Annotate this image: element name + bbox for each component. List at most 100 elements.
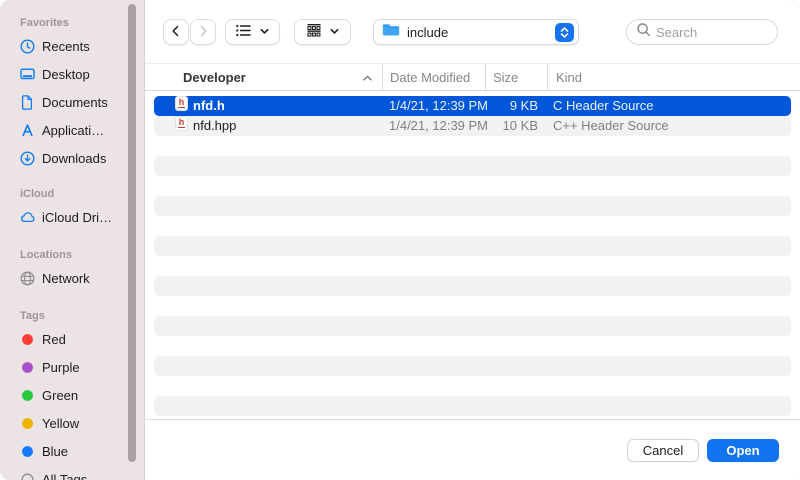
sidebar-item-all-tags[interactable]: All Tags	[0, 465, 144, 480]
tag-dot-icon	[19, 443, 36, 460]
sidebar-item-label: Documents	[42, 95, 108, 110]
sidebar-item-label: Desktop	[42, 67, 90, 82]
sidebar-item-downloads[interactable]: Downloads	[0, 144, 144, 172]
c-header-file-icon: h	[175, 96, 188, 111]
file-name: nfd.hpp	[193, 116, 236, 136]
file-name: nfd.h	[193, 96, 225, 116]
cloud-icon	[19, 209, 36, 226]
sidebar-item-yellow[interactable]: Yellow	[0, 409, 144, 437]
document-icon	[19, 94, 36, 111]
search-placeholder: Search	[656, 25, 697, 40]
sidebar-scrollbar[interactable]	[128, 4, 136, 462]
tag-dot-icon	[19, 415, 36, 432]
download-circle-icon	[19, 150, 36, 167]
sidebar-item-label: Applicati…	[42, 123, 104, 138]
chevron-down-icon	[329, 25, 340, 40]
location-popup[interactable]: include	[373, 19, 579, 45]
sidebar-item-label: Network	[42, 271, 90, 286]
sidebar-item-label: iCloud Dri…	[42, 210, 112, 225]
group-view-button[interactable]	[294, 19, 351, 45]
sidebar-item-label: Blue	[42, 444, 68, 459]
empty-row	[154, 396, 791, 416]
main-pane: include Search Developer Date Modified Siz…	[145, 0, 800, 480]
sort-chevron-up-icon	[362, 74, 373, 82]
appstore-icon	[19, 122, 36, 139]
sidebar-item-network[interactable]: Network	[0, 264, 144, 292]
empty-row	[154, 316, 791, 336]
tag-dot-icon	[19, 359, 36, 376]
magnifier-icon	[636, 22, 651, 42]
sidebar-item-green[interactable]: Green	[0, 381, 144, 409]
sidebar-section-label: iCloud	[0, 187, 144, 201]
column-header-size[interactable]: Size	[485, 64, 547, 90]
sidebar-section-tags: Tags Red Purple Green Yellow Blue All Tags	[0, 309, 144, 480]
cancel-button[interactable]: Cancel	[627, 439, 699, 462]
file-list: h nfd.h 1/4/21, 12:39 PM9 KB C Header Sourc…	[145, 91, 800, 419]
search-input[interactable]: Search	[626, 19, 778, 45]
empty-row	[154, 376, 791, 396]
empty-row	[154, 336, 791, 356]
up-down-chevrons-icon	[555, 23, 574, 42]
file-row-nfd-h[interactable]: h nfd.h 1/4/21, 12:39 PM9 KB C Header Sourc…	[154, 96, 791, 116]
clock-icon	[19, 38, 36, 55]
empty-row	[154, 296, 791, 316]
sidebar-item-label: All Tags	[42, 472, 87, 480]
file-size: 9 KB	[485, 96, 538, 116]
sidebar-item-label: Purple	[42, 360, 80, 375]
sidebar-item-purple[interactable]: Purple	[0, 353, 144, 381]
sidebar-section-label: Favorites	[0, 16, 144, 30]
empty-row	[154, 156, 791, 176]
chevron-left-icon	[168, 23, 184, 42]
file-date-modified: 1/4/21, 12:39 PM	[389, 96, 488, 116]
location-popup-value: include	[407, 25, 448, 40]
sidebar-section-label: Locations	[0, 248, 144, 262]
globe-icon	[19, 270, 36, 287]
footer-bar: Cancel Open	[145, 419, 800, 480]
desktop-icon	[19, 66, 36, 83]
column-header-label: Developer	[183, 70, 246, 85]
empty-row	[154, 136, 791, 156]
chevron-right-icon	[195, 23, 211, 42]
sidebar-sections: Favorites Recents Desktop Documents Applicat…	[0, 16, 144, 480]
open-button[interactable]: Open	[707, 439, 779, 462]
column-header-date-modified[interactable]: Date Modified	[382, 64, 485, 90]
circle-outline-icon	[19, 471, 36, 480]
sidebar-item-blue[interactable]: Blue	[0, 437, 144, 465]
empty-row	[154, 256, 791, 276]
sidebar-item-recents[interactable]: Recents	[0, 32, 144, 60]
column-header-kind[interactable]: Kind	[547, 64, 800, 90]
column-header-label: Kind	[556, 70, 582, 85]
file-kind: C Header Source	[553, 96, 653, 116]
file-open-dialog: Favorites Recents Desktop Documents Applicat…	[0, 0, 800, 480]
column-header-row: Developer Date Modified Size Kind	[145, 63, 800, 91]
empty-row	[154, 176, 791, 196]
forward-button[interactable]	[190, 19, 216, 45]
sidebar-item-icloud-dri[interactable]: iCloud Dri…	[0, 203, 144, 231]
c-header-file-icon: h	[175, 116, 188, 131]
empty-row	[154, 276, 791, 296]
group-view-icon	[306, 23, 322, 41]
sidebar-item-red[interactable]: Red	[0, 325, 144, 353]
empty-row	[154, 216, 791, 236]
sidebar-item-applicati[interactable]: Applicati…	[0, 116, 144, 144]
column-header-label: Size	[493, 70, 518, 85]
sidebar-item-label: Recents	[42, 39, 90, 54]
file-row-nfd-hpp[interactable]: hnfd.hpp1/4/21, 12:39 PM10 KBC++ Header …	[154, 116, 791, 136]
list-view-button[interactable]	[225, 19, 280, 45]
empty-row	[154, 196, 791, 216]
back-button[interactable]	[163, 19, 189, 45]
sidebar-section-label: Tags	[0, 309, 144, 323]
sidebar-item-documents[interactable]: Documents	[0, 88, 144, 116]
sidebar-item-label: Red	[42, 332, 66, 347]
folder-icon	[381, 21, 401, 43]
column-header-developer[interactable]: Developer	[145, 64, 382, 90]
list-view-icon	[235, 23, 252, 41]
empty-row	[154, 356, 791, 376]
sidebar-section-icloud: iCloud iCloud Dri…	[0, 187, 144, 231]
tag-dot-icon	[19, 331, 36, 348]
sidebar-item-label: Green	[42, 388, 78, 403]
toolbar: include Search	[145, 0, 800, 62]
column-header-label: Date Modified	[390, 70, 470, 85]
chevron-down-icon	[259, 25, 270, 40]
sidebar-item-desktop[interactable]: Desktop	[0, 60, 144, 88]
